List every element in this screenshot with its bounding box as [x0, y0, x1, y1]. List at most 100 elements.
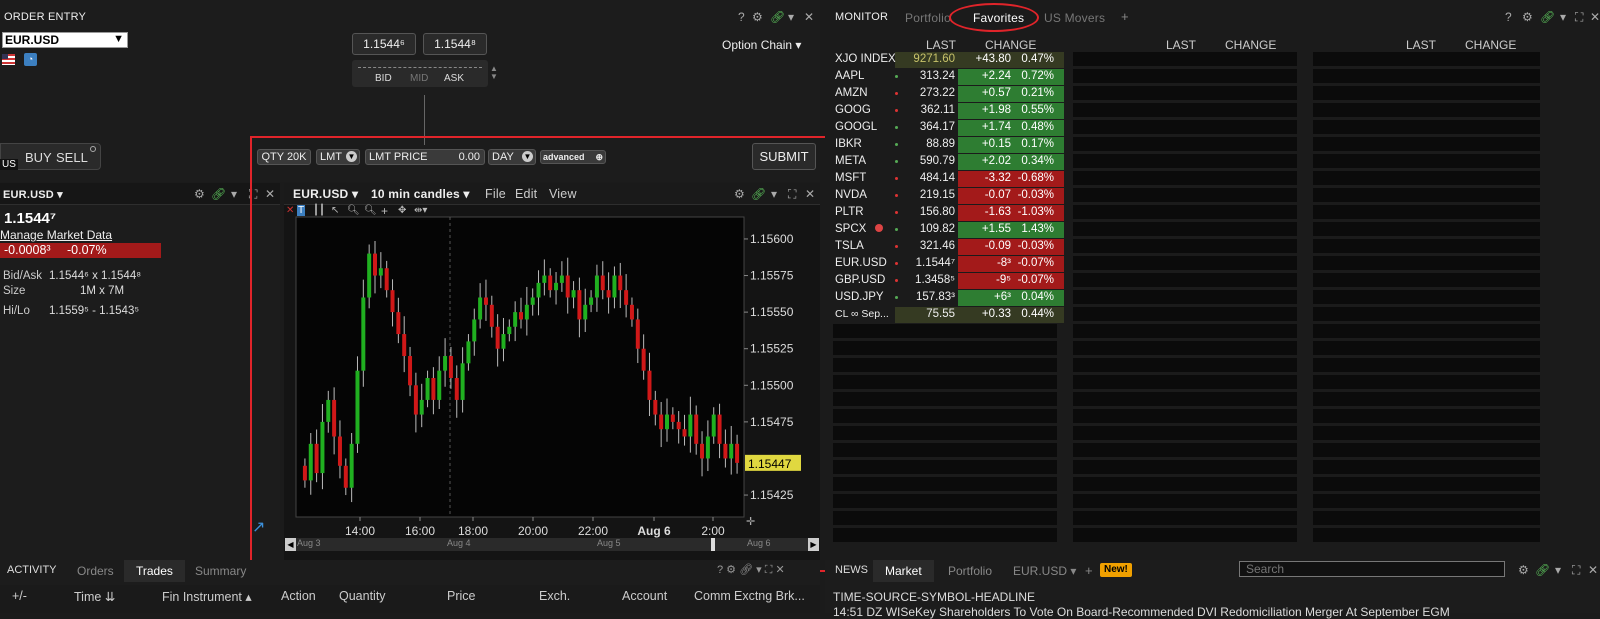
watchlist-row[interactable]: MSFT 484.14 -3.32 -0.68% — [833, 171, 1064, 187]
empty-watchlist-cell[interactable] — [1313, 460, 1540, 474]
empty-watchlist-cell[interactable] — [833, 392, 1057, 406]
empty-watchlist-cell[interactable] — [1313, 290, 1540, 304]
empty-watchlist-cell[interactable] — [1313, 307, 1540, 321]
buy-label[interactable]: BUY — [25, 150, 52, 165]
close-icon[interactable]: ✕ — [804, 10, 814, 24]
tab-news-portfolio[interactable]: Portfolio — [948, 564, 992, 578]
empty-watchlist-cell[interactable] — [1073, 443, 1297, 457]
news-search-input[interactable] — [1239, 561, 1505, 577]
col-price[interactable]: Price — [447, 589, 475, 603]
empty-watchlist-cell[interactable] — [1313, 511, 1540, 525]
col-action[interactable]: Action — [281, 589, 316, 603]
empty-watchlist-cell[interactable] — [833, 460, 1057, 474]
add-tab-icon[interactable]: + — [1085, 563, 1093, 578]
help-icon[interactable]: ? — [738, 10, 745, 24]
empty-watchlist-cell[interactable] — [833, 528, 1057, 542]
empty-watchlist-cell[interactable] — [1313, 494, 1540, 508]
empty-watchlist-cell[interactable] — [1073, 52, 1297, 66]
empty-watchlist-cell[interactable] — [1073, 188, 1297, 202]
manage-market-data-link[interactable]: Manage Market Data — [0, 228, 112, 242]
empty-watchlist-cell[interactable] — [1313, 375, 1540, 389]
sell-label[interactable]: SELL — [56, 150, 88, 165]
empty-watchlist-cell[interactable] — [833, 324, 1057, 338]
tab-news-eurusd[interactable]: EUR.USD ▾ — [1013, 564, 1076, 578]
empty-watchlist-cell[interactable] — [1313, 69, 1540, 83]
empty-watchlist-cell[interactable] — [833, 426, 1057, 440]
empty-watchlist-cell[interactable] — [833, 358, 1057, 372]
empty-watchlist-cell[interactable] — [1313, 171, 1540, 185]
col-fin-instrument[interactable]: Fin Instrument ▴ — [162, 589, 252, 604]
menu-dropdown-icon[interactable]: ▾ — [1555, 563, 1561, 577]
tab-news[interactable]: NEWS — [835, 564, 868, 576]
col-comm[interactable]: Comm — [694, 589, 731, 603]
watchlist-row[interactable]: CL ∞ Sep... 75.55 +0.33 0.44% — [833, 307, 1064, 323]
empty-watchlist-cell[interactable] — [1313, 188, 1540, 202]
col-plus-minus[interactable]: +/- — [12, 589, 27, 603]
maximize-icon[interactable]: ⛶ — [1575, 10, 1583, 25]
empty-watchlist-cell[interactable] — [1073, 477, 1297, 491]
tab-us-movers[interactable]: US Movers — [1044, 11, 1105, 25]
tab-market[interactable]: Market — [873, 560, 934, 582]
tab-activity[interactable]: ACTIVITY — [7, 564, 57, 576]
empty-watchlist-cell[interactable] — [1073, 307, 1297, 321]
gear-icon[interactable]: ⚙ — [752, 10, 763, 24]
col-time[interactable]: Time ⇊ — [74, 589, 115, 604]
empty-watchlist-cell[interactable] — [1073, 239, 1297, 253]
empty-watchlist-cell[interactable] — [1313, 392, 1540, 406]
empty-watchlist-cell[interactable] — [1313, 120, 1540, 134]
empty-watchlist-cell[interactable] — [1073, 341, 1297, 355]
menu-dropdown-icon[interactable]: ▾ — [231, 187, 237, 201]
symbol-select[interactable]: EUR.USD ▼ — [2, 32, 128, 48]
empty-watchlist-cell[interactable] — [1073, 409, 1297, 423]
side-tab[interactable]: US — [0, 159, 18, 170]
empty-watchlist-cell[interactable] — [1313, 477, 1540, 491]
empty-watchlist-cell[interactable] — [833, 375, 1057, 389]
empty-watchlist-cell[interactable] — [833, 494, 1057, 508]
empty-watchlist-cell[interactable] — [1073, 222, 1297, 236]
quote-symbol-dropdown[interactable]: EUR.USD ▾ — [3, 188, 63, 201]
watchlist-row[interactable]: TSLA 321.46 -0.09 -0.03% — [833, 239, 1064, 255]
link-icon[interactable]: 🔗︎ — [211, 187, 226, 201]
empty-watchlist-cell[interactable] — [1313, 239, 1540, 253]
col-account[interactable]: Account — [622, 589, 667, 603]
empty-watchlist-cell[interactable] — [1073, 511, 1297, 525]
price-slider[interactable]: BID MID ASK — [352, 60, 488, 87]
slider-stepper-icon[interactable]: ▲ ▼ — [490, 65, 498, 81]
empty-watchlist-cell[interactable] — [1073, 86, 1297, 100]
option-chain-button[interactable]: Option Chain ▾ — [722, 38, 801, 52]
empty-watchlist-cell[interactable] — [1313, 409, 1540, 423]
empty-watchlist-cell[interactable] — [1073, 290, 1297, 304]
empty-watchlist-cell[interactable] — [1313, 324, 1540, 338]
empty-watchlist-cell[interactable] — [1073, 256, 1297, 270]
help-icon[interactable]: ? — [1505, 10, 1512, 24]
watchlist-row[interactable]: GOOGL 364.17 +1.74 0.48% — [833, 120, 1064, 136]
empty-watchlist-cell[interactable] — [833, 477, 1057, 491]
clock-icon[interactable]: ◔ — [24, 53, 37, 66]
empty-watchlist-cell[interactable] — [1313, 273, 1540, 287]
watchlist-row[interactable]: GOOG 362.11 +1.98 0.55% — [833, 103, 1064, 119]
watchlist-row[interactable]: XJO INDEX 9271.60 +43.80 0.47% — [833, 52, 1064, 68]
ask-price-button[interactable]: 1.1544⁸ — [423, 33, 487, 55]
watchlist-row[interactable]: IBKR 88.89 +0.15 0.17% — [833, 137, 1064, 153]
empty-watchlist-cell[interactable] — [1313, 222, 1540, 236]
tab-orders[interactable]: Orders — [77, 564, 114, 578]
watchlist-row[interactable]: AAPL 313.24 +2.24 0.72% — [833, 69, 1064, 85]
menu-dropdown-icon[interactable]: ▾ — [788, 10, 794, 24]
empty-watchlist-cell[interactable] — [1073, 392, 1297, 406]
col-exch[interactable]: Exch. — [539, 589, 570, 603]
close-icon[interactable]: ✕ — [1590, 10, 1600, 24]
empty-watchlist-cell[interactable] — [1073, 358, 1297, 372]
empty-watchlist-cell[interactable] — [833, 409, 1057, 423]
empty-watchlist-cell[interactable] — [1313, 256, 1540, 270]
link-icon[interactable]: 🔗︎ — [1540, 10, 1555, 24]
tab-trades[interactable]: Trades — [124, 560, 185, 582]
empty-watchlist-cell[interactable] — [1073, 103, 1297, 117]
empty-watchlist-cell[interactable] — [1073, 460, 1297, 474]
watchlist-row[interactable]: AMZN 273.22 +0.57 0.21% — [833, 86, 1064, 102]
watchlist-row[interactable]: NVDA 219.15 -0.07 -0.03% — [833, 188, 1064, 204]
watchlist-row[interactable]: PLTR 156.80 -1.63 -1.03% — [833, 205, 1064, 221]
empty-watchlist-cell[interactable] — [1073, 120, 1297, 134]
gear-icon[interactable]: ⚙ — [1518, 563, 1529, 577]
empty-watchlist-cell[interactable] — [1313, 52, 1540, 66]
empty-watchlist-cell[interactable] — [1313, 154, 1540, 168]
